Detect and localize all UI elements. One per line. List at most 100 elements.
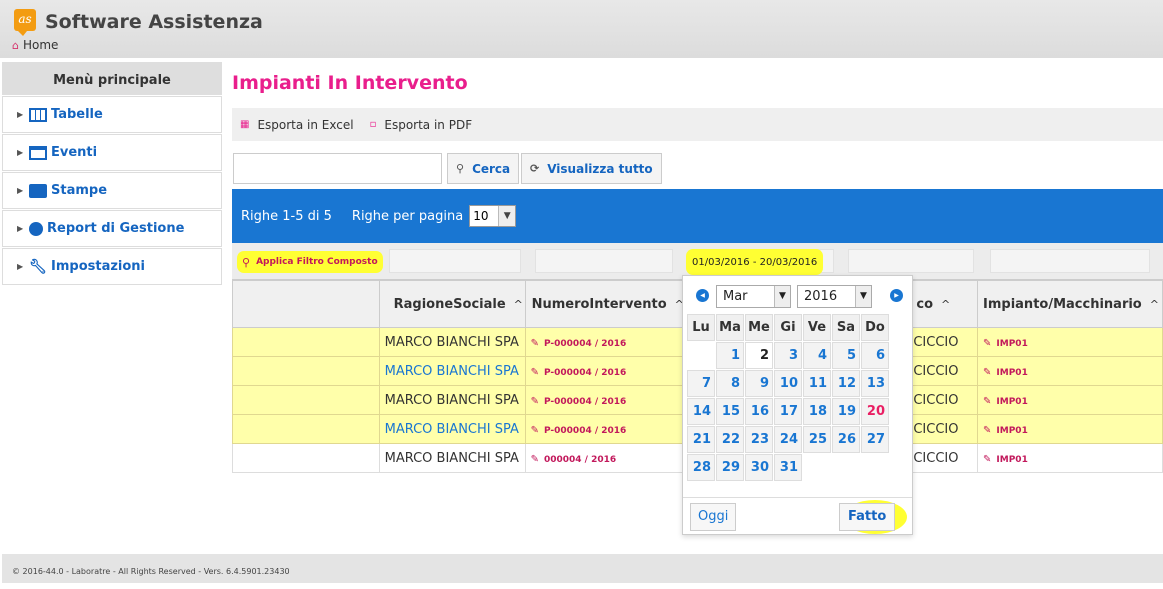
weekday-label: Lu bbox=[687, 314, 715, 341]
calendar-day[interactable]: 17 bbox=[774, 398, 802, 425]
ragione-sociale: MARCO BIANCHI SPA bbox=[384, 334, 519, 350]
calendar-day[interactable]: 31 bbox=[774, 454, 802, 481]
numero-intervento-link[interactable]: ✎ P-000004 / 2016 bbox=[531, 338, 627, 349]
calendar-day[interactable]: 5 bbox=[832, 342, 860, 369]
sidebar-item-impostazioni[interactable]: ▶ 🔧︎ Impostazioni bbox=[2, 248, 222, 285]
calendar-day[interactable]: 22 bbox=[716, 426, 744, 453]
numero-intervento-link[interactable]: ✎ 000004 / 2016 bbox=[530, 453, 617, 465]
calendar-day[interactable]: 6 bbox=[861, 342, 889, 369]
numero-intervento-link[interactable]: ✎ P-000004 / 2016 bbox=[531, 367, 627, 378]
calendar-day[interactable]: 4 bbox=[803, 342, 831, 369]
impianto-link[interactable]: ✎ IMP01 bbox=[983, 338, 1028, 349]
calendar-week-row: 14 15 16 17 18 19 20 bbox=[687, 398, 889, 425]
calendar-day[interactable]: 29 bbox=[716, 454, 744, 481]
row-cell-ragione: MARCO BIANCHI SPA bbox=[378, 356, 526, 386]
weekday-label: Ma bbox=[716, 314, 744, 341]
calendar-day[interactable]: 20 bbox=[861, 398, 889, 425]
ragione-sociale: MARCO BIANCHI SPA bbox=[384, 450, 519, 466]
calendar-day[interactable]: 26 bbox=[832, 426, 860, 453]
column-header-numero[interactable]: NumeroIntervento ^ bbox=[524, 280, 685, 328]
search-button[interactable]: ⚲ Cerca bbox=[447, 153, 520, 184]
breadcrumb[interactable]: ⌂ Home bbox=[12, 38, 58, 52]
column-header-label: NumeroIntervento bbox=[531, 296, 667, 312]
calendar-day[interactable]: 24 bbox=[774, 426, 802, 453]
numero-intervento: 000004 / 2016 bbox=[543, 454, 617, 465]
show-all-label: Visualizza tutto bbox=[547, 161, 653, 176]
calendar-day[interactable]: 3 bbox=[774, 342, 802, 369]
sidebar-header: Menù principale bbox=[2, 62, 222, 95]
calendar-day[interactable]: 9 bbox=[745, 370, 773, 397]
calendar-day[interactable]: 30 bbox=[745, 454, 773, 481]
today-button[interactable]: Oggi bbox=[690, 503, 737, 531]
calendar-day[interactable]: 15 bbox=[716, 398, 744, 425]
calendar-day[interactable]: 27 bbox=[861, 426, 889, 453]
rows-per-page-select[interactable]: 10 ▼ bbox=[469, 205, 517, 227]
calendar-day[interactable]: 19 bbox=[832, 398, 860, 425]
apply-filter-button[interactable]: ⚲ Applica Filtro Composto bbox=[237, 251, 383, 273]
row-cell-numero: ✎ P-000004 / 2016 bbox=[524, 327, 685, 357]
sidebar-item-report[interactable]: ▶ Report di Gestione bbox=[2, 210, 222, 247]
filter-numero-input[interactable] bbox=[535, 249, 673, 273]
calendar-day[interactable]: 28 bbox=[687, 454, 715, 481]
numero-intervento-link[interactable]: ✎ P-000004 / 2016 bbox=[531, 396, 627, 407]
year-select[interactable]: 2016 ▼ bbox=[797, 285, 872, 308]
date-picker-header: ◀ Mar ▼ 2016 ▼ ▶ bbox=[686, 279, 910, 315]
excel-icon: ▦ bbox=[240, 119, 250, 130]
next-month-icon[interactable]: ▶ bbox=[890, 289, 903, 302]
calendar-day[interactable]: 18 bbox=[803, 398, 831, 425]
calendar-day[interactable]: 14 bbox=[687, 398, 715, 425]
numero-intervento-link[interactable]: ✎ P-000004 / 2016 bbox=[531, 425, 627, 436]
prev-month-icon[interactable]: ◀ bbox=[696, 289, 709, 302]
sidebar-item-stampe[interactable]: ▶ Stampe bbox=[2, 172, 222, 209]
breadcrumb-home[interactable]: Home bbox=[23, 38, 58, 52]
calendar-day[interactable]: 1 bbox=[716, 342, 744, 369]
pencil-icon: ✎ bbox=[530, 453, 539, 465]
calendar-day[interactable]: 11 bbox=[803, 370, 831, 397]
impianto-link[interactable]: ✎ IMP01 bbox=[983, 454, 1028, 465]
calendar-day[interactable]: 2 bbox=[745, 342, 773, 369]
search-input[interactable] bbox=[233, 153, 442, 184]
calendar-day[interactable]: 21 bbox=[687, 426, 715, 453]
impianto-link[interactable]: ✎ IMP01 bbox=[983, 396, 1028, 407]
month-select[interactable]: Mar ▼ bbox=[716, 285, 791, 308]
ragione-sociale[interactable]: MARCO BIANCHI SPA bbox=[385, 364, 519, 379]
sidebar-item-eventi[interactable]: ▶ Eventi bbox=[2, 134, 222, 171]
calendar-empty-cell bbox=[687, 342, 715, 369]
export-excel-button[interactable]: ▦ Esporta in Excel bbox=[240, 118, 354, 132]
impianto-value: IMP01 bbox=[996, 454, 1028, 465]
calendar-day[interactable]: 7 bbox=[687, 370, 715, 397]
show-all-button[interactable]: ⟳ Visualizza tutto bbox=[521, 153, 662, 184]
filter-impianto-input[interactable] bbox=[990, 249, 1150, 273]
export-pdf-button[interactable]: ▫ Esporta in PDF bbox=[370, 118, 473, 132]
ragione-sociale: MARCO BIANCHI SPA bbox=[384, 392, 519, 408]
calendar-day[interactable]: 25 bbox=[803, 426, 831, 453]
impianto-link[interactable]: ✎ IMP01 bbox=[983, 367, 1028, 378]
row-cell-numero: ✎ 000004 / 2016 bbox=[524, 443, 685, 473]
calendar-day[interactable]: 16 bbox=[745, 398, 773, 425]
numero-intervento: P-000004 / 2016 bbox=[543, 338, 627, 349]
calendar-day[interactable]: 10 bbox=[774, 370, 802, 397]
calendar-day[interactable]: 8 bbox=[716, 370, 744, 397]
calendar-day[interactable]: 13 bbox=[861, 370, 889, 397]
sidebar-item-tabelle[interactable]: ▶ Tabelle bbox=[2, 96, 222, 133]
pie-chart-icon bbox=[29, 221, 43, 236]
row-cell-empty bbox=[232, 327, 380, 357]
row-cell-ragione: MARCO BIANCHI SPA bbox=[378, 414, 526, 444]
tecnico-value: CICCIO bbox=[913, 392, 959, 408]
row-cell-empty bbox=[232, 443, 380, 473]
calendar-day[interactable]: 23 bbox=[745, 426, 773, 453]
impianto-link[interactable]: ✎ IMP01 bbox=[983, 425, 1028, 436]
filter-ragione-input[interactable] bbox=[389, 249, 521, 273]
row-cell-impianto: ✎ IMP01 bbox=[977, 327, 1163, 357]
ragione-sociale[interactable]: MARCO BIANCHI SPA bbox=[385, 422, 519, 437]
done-button[interactable]: Fatto bbox=[839, 503, 896, 531]
column-header-impianto[interactable]: Impianto/Macchinario ^ bbox=[977, 280, 1163, 328]
date-range-value[interactable]: 01/03/2016 - 20/03/2016 bbox=[686, 249, 824, 275]
filter-tecnico-input[interactable] bbox=[848, 249, 974, 273]
sort-icon: ^ bbox=[513, 297, 523, 311]
row-cell-ragione: MARCO BIANCHI SPA bbox=[378, 385, 526, 415]
calendar-day[interactable]: 12 bbox=[832, 370, 860, 397]
search-icon: ⚲ bbox=[242, 255, 251, 269]
column-header-ragione[interactable]: RagioneSociale ^ bbox=[378, 280, 526, 328]
pagination-bar: Righe 1-5 di 5 Righe per pagina 10 ▼ bbox=[232, 189, 1163, 243]
